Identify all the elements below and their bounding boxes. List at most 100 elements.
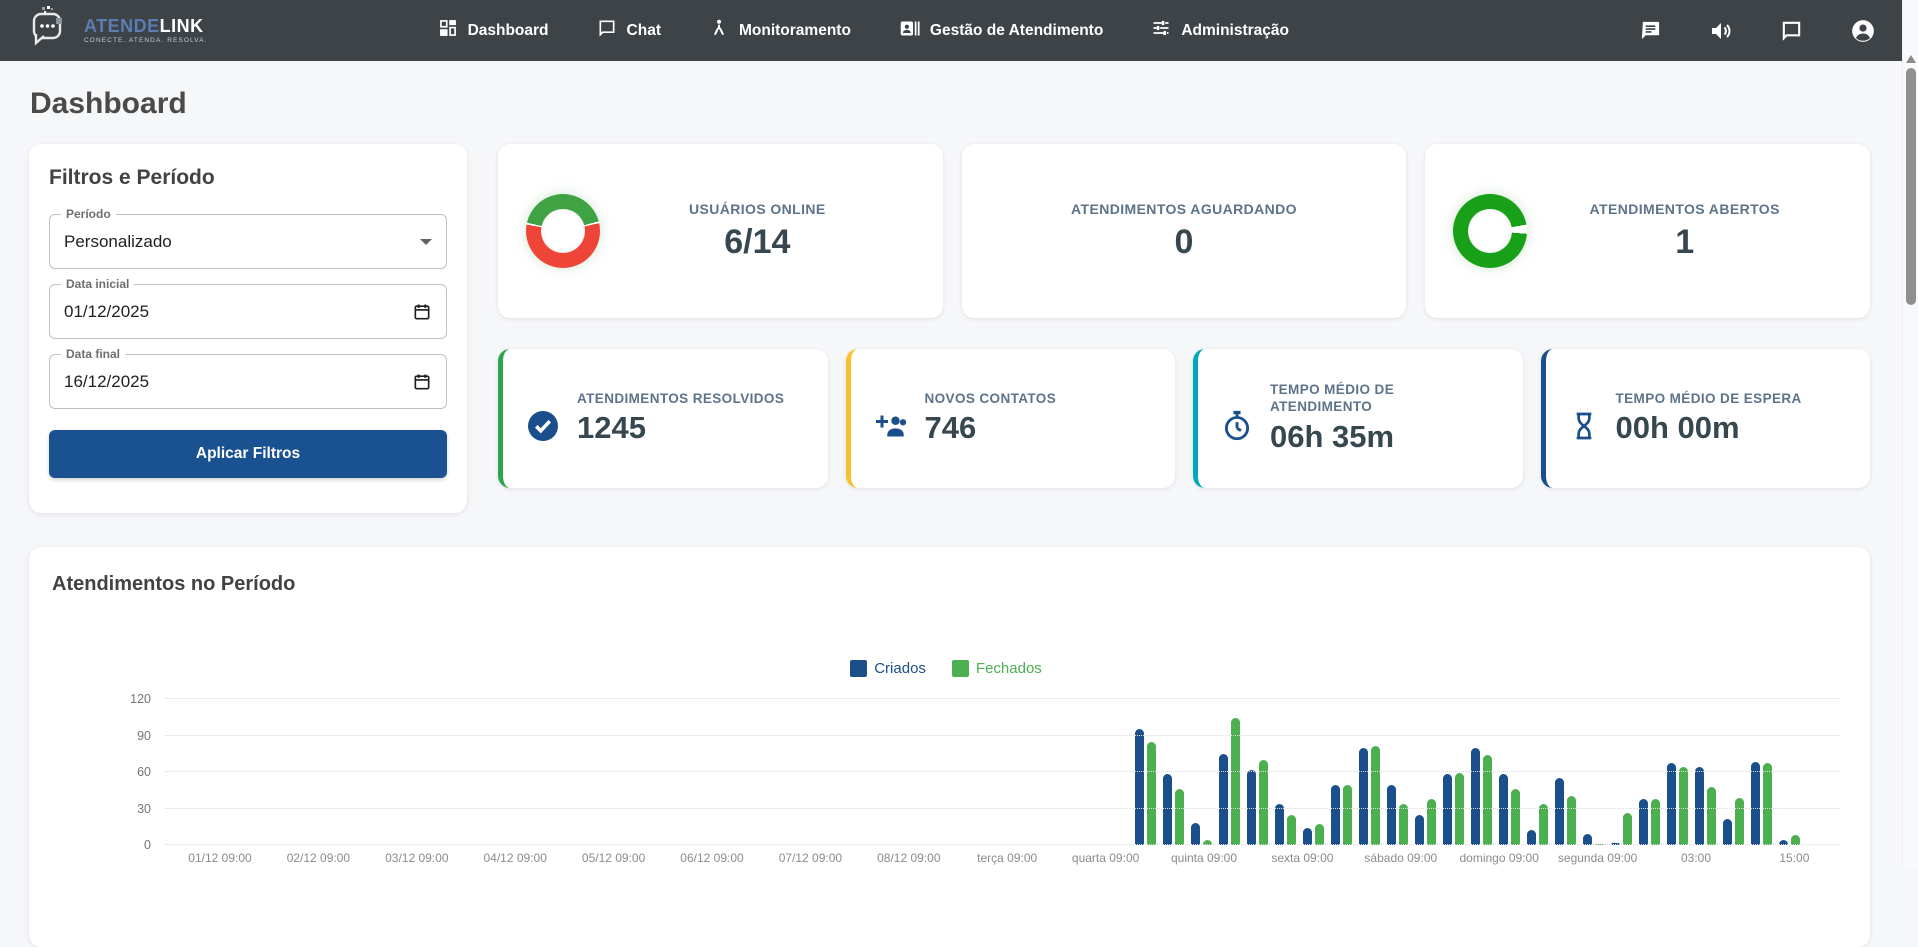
bar-criados — [1471, 747, 1480, 845]
account-circle-icon[interactable] — [1850, 18, 1876, 44]
bar-fechados — [1147, 741, 1156, 845]
message-filled-icon[interactable] — [1639, 19, 1662, 42]
nav-item-administracao[interactable]: Administração — [1151, 18, 1289, 43]
page-title: Dashboard — [30, 87, 187, 120]
gridline — [165, 771, 1840, 772]
stat-value: 746 — [924, 410, 977, 446]
bar-criados — [1275, 803, 1284, 845]
end-date-input[interactable]: Data final 16/12/2025 — [49, 347, 447, 409]
x-axis-tick: 01/12 09:00 — [188, 851, 252, 865]
legend-label: Criados — [874, 660, 926, 677]
vertical-scrollbar[interactable] — [1902, 0, 1918, 867]
scrollbar-up-arrow-icon[interactable] — [1906, 55, 1916, 63]
scrollbar-thumb[interactable] — [1906, 68, 1916, 305]
x-axis-tick: 15:00 — [1779, 851, 1810, 865]
chart-panel: Atendimentos no Período Criados Fechados… — [29, 547, 1870, 947]
period-select[interactable]: Período Personalizado — [49, 207, 447, 269]
hourglass-icon — [1568, 410, 1600, 442]
bar-fechados — [1371, 746, 1380, 845]
nav-label: Chat — [626, 21, 661, 39]
bar-pair — [1499, 774, 1520, 845]
gridline — [165, 807, 1840, 809]
period-label: Período — [61, 207, 116, 221]
x-axis-labels: 01/12 09:00 02/12 09:00 03/12 09:00 04/12 0… — [165, 851, 1840, 871]
nav-item-chat[interactable]: Chat — [597, 18, 661, 43]
bar-criados — [1639, 798, 1648, 845]
stat-value: 00h 00m — [1615, 410, 1740, 446]
bar-pair — [1135, 729, 1156, 845]
bar-series — [1135, 718, 1800, 845]
bar-criados — [1359, 747, 1368, 845]
chat-outline-icon[interactable] — [1780, 19, 1803, 42]
nav-item-dashboard[interactable]: Dashboard — [438, 18, 549, 43]
main-nav: Dashboard Chat Monitoramento Gestão de A… — [438, 18, 1289, 44]
bar-pair — [1163, 774, 1184, 845]
stat-label: NOVOS CONTATOS — [924, 390, 1057, 406]
users-online-donut-chart — [526, 194, 600, 268]
brand-logo[interactable]: ATENDELINK CONECTE. ATENDA. RESOLVA. — [30, 5, 208, 56]
bar-pair — [1695, 767, 1716, 845]
navbar-actions — [1639, 18, 1876, 44]
x-axis-tick: terça 09:00 — [977, 851, 1038, 865]
x-axis-tick: 07/12 09:00 — [778, 851, 843, 865]
bar-pair — [1303, 824, 1324, 845]
chart-title: Atendimentos no Período — [52, 573, 296, 595]
start-date-input[interactable]: Data inicial 01/12/2025 — [49, 277, 447, 339]
y-axis-tick: 90 — [137, 728, 151, 743]
apply-filters-button[interactable]: Aplicar Filtros — [49, 430, 447, 478]
bar-fechados — [1231, 718, 1240, 845]
bar-fechados — [1399, 803, 1408, 845]
stat-card-novos-contatos: NOVOS CONTATOS 746 — [845, 349, 1175, 488]
bar-pair — [1667, 763, 1688, 845]
end-date-label: Data final — [61, 347, 126, 361]
bar-fechados — [1483, 754, 1492, 845]
y-axis-tick: 60 — [137, 765, 151, 779]
bar-criados — [1695, 767, 1704, 845]
filters-panel: Filtros e Período Período Personalizado … — [29, 144, 467, 513]
start-date-label: Data inicial — [61, 277, 135, 291]
x-axis-tick: 06/12 09:00 — [680, 851, 744, 865]
stat-card-atendimentos-abertos: ATENDIMENTOS ABERTOS 1 — [1425, 144, 1871, 318]
stat-value: 06h 35m — [1270, 418, 1395, 454]
nav-item-gestao[interactable]: Gestão de Atendimento — [899, 18, 1103, 44]
x-axis-tick: quarta 09:00 — [1071, 851, 1140, 865]
x-axis-tick: 02/12 09:00 — [286, 851, 351, 865]
bar-criados — [1135, 729, 1144, 845]
start-date-value: 01/12/2025 — [64, 301, 150, 321]
bar-pair — [1275, 803, 1296, 845]
bar-pair — [1415, 798, 1436, 845]
stat-label: TEMPO MÉDIO DE ESPERA — [1615, 390, 1802, 406]
gridline — [165, 698, 1840, 699]
x-axis-tick: 05/12 09:00 — [581, 851, 646, 865]
end-date-value: 16/12/2025 — [64, 371, 150, 391]
bar-pair — [1555, 778, 1576, 845]
page-content: Dashboard Filtros e Período Período Pers… — [0, 61, 1902, 947]
stat-label: ATENDIMENTOS RESOLVIDOS — [577, 390, 785, 406]
nav-item-monitoramento[interactable]: Monitoramento — [709, 18, 851, 43]
bar-fechados — [1539, 803, 1548, 845]
tune-sliders-icon — [1151, 18, 1171, 43]
brand-name: ATENDELINK — [84, 15, 204, 36]
legend-item-fechados[interactable]: Fechados — [951, 660, 1042, 677]
x-axis-tick: 03:00 — [1680, 851, 1712, 865]
y-axis-tick: 0 — [144, 838, 151, 852]
calendar-icon[interactable] — [412, 302, 432, 322]
bar-criados — [1387, 785, 1396, 845]
stat-card-atendimentos-resolvidos: ATENDIMENTOS RESOLVIDOS 1245 — [498, 349, 828, 488]
volume-icon[interactable] — [1709, 19, 1733, 43]
bar-fechados — [1455, 773, 1464, 845]
stats-top-row: USUÁRIOS ONLINE 6/14 ATENDIMENTOS AGUARD… — [498, 144, 1871, 318]
criados-swatch — [850, 660, 868, 677]
bar-criados — [1555, 778, 1564, 845]
bar-pair — [1219, 718, 1240, 845]
bar-fechados — [1679, 767, 1688, 845]
bar-fechados — [1651, 798, 1660, 845]
bar-criados — [1415, 814, 1424, 845]
stat-card-tempo-medio-atendimento: TEMPO MÉDIO DE ATENDIMENTO 06h 35m — [1193, 349, 1523, 488]
bar-fechados — [1763, 763, 1772, 845]
bar-criados — [1751, 762, 1760, 845]
calendar-icon[interactable] — [412, 372, 432, 392]
bar-criados — [1667, 763, 1676, 845]
legend-item-criados[interactable]: Criados — [850, 660, 926, 677]
group-add-icon — [873, 408, 909, 444]
